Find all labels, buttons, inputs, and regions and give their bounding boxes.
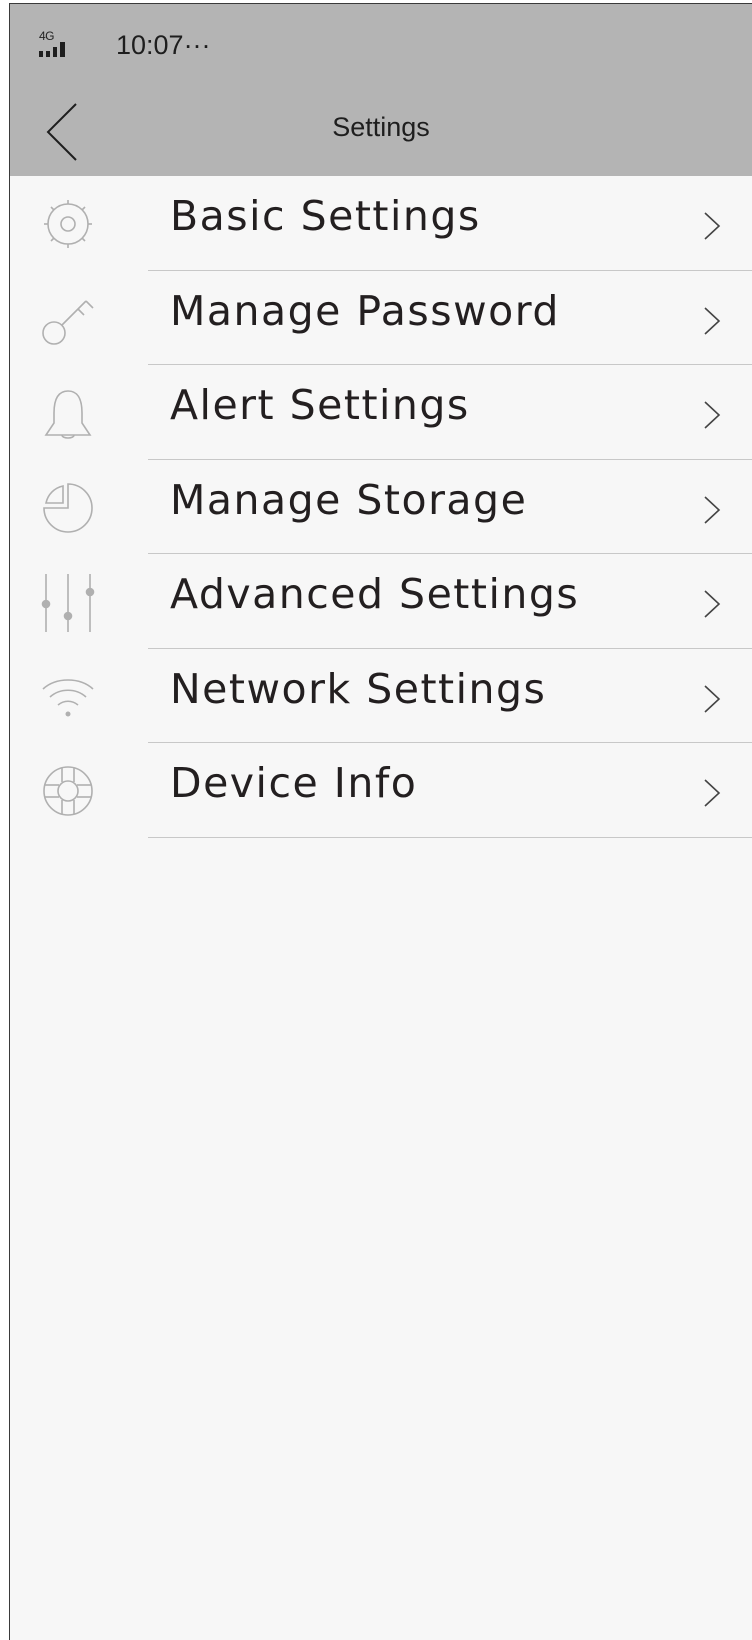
menu-item-label: Basic Settings — [170, 192, 481, 240]
signal-indicator: 4G — [38, 29, 74, 59]
signal-bars-icon — [39, 42, 65, 57]
menu-item-label: Advanced Settings — [170, 570, 580, 618]
menu-item-network-settings[interactable]: Network Settings — [10, 649, 752, 743]
pie-chart-icon — [43, 482, 93, 533]
menu-item-label: Manage Storage — [170, 475, 528, 524]
page-title: Settings — [332, 112, 430, 142]
key-icon — [42, 299, 94, 345]
menu-item-device-info[interactable]: Device Info — [10, 743, 752, 838]
menu-item-manage-storage[interactable]: Manage Storage — [10, 460, 752, 554]
menu-item-label: Alert Settings — [170, 381, 470, 429]
menu-item-advanced-settings[interactable]: Advanced Settings — [10, 554, 752, 649]
divider — [148, 836, 752, 838]
menu-item-label: Network Settings — [170, 664, 547, 713]
chevron-right-icon — [704, 495, 721, 524]
chevron-right-icon — [704, 590, 721, 618]
menu-item-manage-password[interactable]: Manage Password — [10, 271, 752, 365]
chevron-right-icon — [704, 212, 721, 240]
chevron-right-icon — [704, 306, 721, 335]
lifebuoy-icon — [43, 766, 93, 816]
gear-icon — [44, 200, 92, 248]
chevron-right-icon — [704, 401, 721, 429]
sliders-icon — [41, 574, 95, 632]
bell-icon — [44, 390, 92, 439]
settings-menu: Basic Settings Manage Password Alert Set… — [10, 176, 752, 838]
menu-item-basic-settings[interactable]: Basic Settings — [10, 176, 752, 271]
chevron-right-icon — [704, 779, 721, 807]
status-time: 10:07··· — [116, 30, 211, 60]
app-header: 4G 10:07··· Settings — [10, 4, 752, 176]
chevron-right-icon — [704, 684, 721, 713]
settings-screen: 4G 10:07··· Settings Basic Settings Mana… — [9, 3, 752, 1640]
menu-item-label: Device Info — [170, 759, 418, 807]
menu-item-label: Manage Password — [170, 286, 560, 335]
wifi-icon — [42, 678, 94, 716]
menu-item-alert-settings[interactable]: Alert Settings — [10, 365, 752, 460]
